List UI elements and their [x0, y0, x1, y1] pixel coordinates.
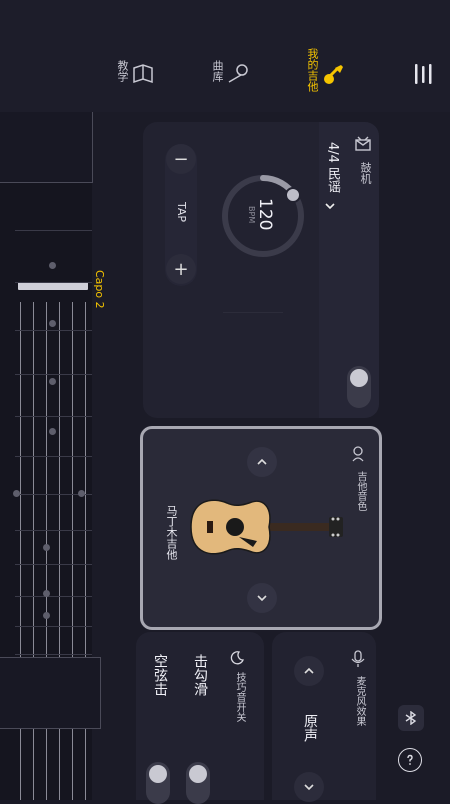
bluetooth-icon: [405, 711, 417, 725]
divider: [223, 312, 283, 313]
capo-label: Capo 2: [93, 270, 106, 309]
fret-marker: [49, 262, 56, 269]
mic-value: 原声: [302, 714, 318, 742]
book-icon: [130, 62, 156, 88]
toggle-knob: [189, 765, 207, 783]
technique-item: 空弦击: [152, 654, 168, 696]
bpm-unit: BPM: [247, 206, 256, 224]
mic-card: 麦克风效果 原声: [272, 632, 376, 802]
guitar-body: [0, 657, 101, 729]
rhythm-style-value: 4/4 民谣: [325, 142, 340, 194]
fret-marker: [49, 320, 56, 327]
mic-prev-button[interactable]: [294, 656, 324, 686]
fret: [15, 626, 92, 627]
tone-prev-button[interactable]: [247, 447, 277, 477]
dial-knob: [285, 187, 301, 203]
nav-my-guitar[interactable]: 我的吉他: [300, 48, 350, 108]
microphone-icon: [350, 650, 366, 668]
metronome-card: 鼓机 4/4 民谣 120 BPM − TAP +: [143, 122, 379, 418]
guitar-icon: [322, 62, 346, 86]
guitar-tone-icon: [349, 445, 367, 463]
metronome-toggle[interactable]: [347, 366, 371, 408]
help-button[interactable]: [398, 748, 422, 772]
tone-title: 吉他音色: [355, 471, 366, 511]
fret: [15, 564, 92, 565]
toggle-knob: [350, 369, 368, 387]
chevron-down-icon: [323, 199, 347, 217]
fret-marker: [49, 378, 56, 385]
fret-marker: [78, 490, 85, 497]
tone-instrument-name: 马丁木吉他: [165, 505, 178, 560]
music-note-icon: [225, 62, 251, 88]
fret: [15, 416, 92, 417]
technique-title: 技巧音开关: [234, 672, 245, 722]
bpm-minus-button[interactable]: −: [166, 144, 196, 174]
tap-button[interactable]: TAP: [175, 202, 188, 222]
fret-marker: [13, 490, 20, 497]
mic-title: 麦克风效果: [354, 676, 365, 726]
fret: [15, 530, 92, 531]
headstock: [0, 112, 93, 183]
fret-marker: [43, 612, 50, 619]
bpm-dial[interactable]: 120 BPM: [219, 172, 307, 260]
nav-songs[interactable]: 曲库: [205, 56, 255, 96]
technique-item: 击勾滑: [192, 654, 208, 696]
nav-songs-label: 曲库: [211, 60, 224, 82]
bluetooth-button[interactable]: [398, 705, 424, 731]
top-nav: 我的吉他 曲库 教学: [0, 0, 450, 112]
moon-icon: [230, 650, 244, 665]
nav-my-guitar-label: 我的吉他: [306, 48, 319, 92]
rhythm-style-selector[interactable]: 4/4 民谣: [323, 142, 347, 232]
fret: [15, 596, 92, 597]
drum-icon: [353, 134, 373, 154]
fret: [15, 230, 92, 231]
nav-tutorial-label: 教学: [116, 60, 129, 82]
bpm-value: 120: [255, 198, 275, 231]
fret-marker: [49, 428, 56, 435]
technique-toggle[interactable]: [146, 762, 170, 804]
metronome-title: 鼓机: [359, 162, 372, 184]
mic-next-button[interactable]: [294, 772, 324, 802]
toggle-knob: [149, 765, 167, 783]
fret-marker: [43, 590, 50, 597]
fret: [15, 374, 92, 375]
fret-marker: [43, 544, 50, 551]
acoustic-guitar-image: [183, 487, 343, 567]
bpm-plus-button[interactable]: +: [166, 254, 196, 284]
tone-card: 吉他音色 马丁木吉他: [140, 426, 382, 630]
capo-bar: [18, 282, 88, 290]
tone-next-button[interactable]: [247, 583, 277, 613]
fret: [15, 282, 92, 283]
nav-tutorial[interactable]: 教学: [110, 56, 160, 96]
fret: [15, 654, 92, 655]
fret: [15, 456, 92, 457]
technique-card: 技巧音开关 击勾滑 空弦击: [136, 632, 264, 804]
fret: [15, 330, 92, 331]
fretboard[interactable]: Capo 2: [0, 112, 106, 800]
technique-toggle[interactable]: [186, 762, 210, 804]
menu-icon[interactable]: [413, 62, 433, 86]
help-icon: [407, 754, 413, 765]
